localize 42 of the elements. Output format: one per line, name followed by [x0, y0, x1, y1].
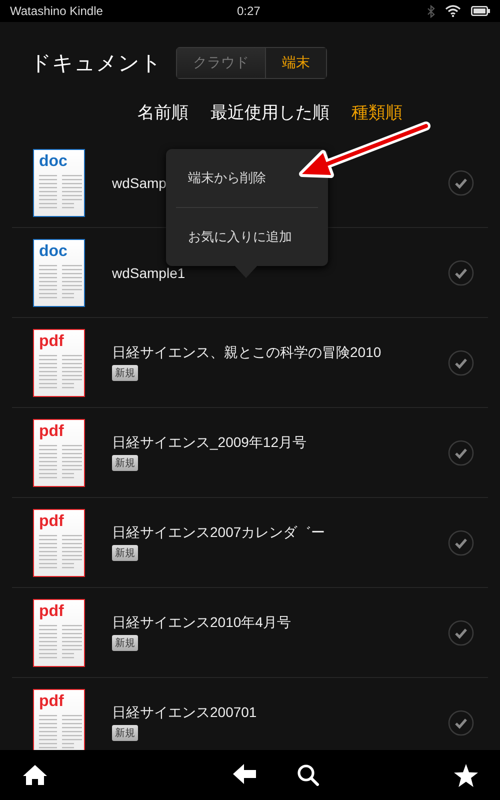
document-icon: pdf — [33, 598, 85, 666]
checkmark-icon[interactable] — [448, 170, 474, 196]
new-badge: 新規 — [112, 725, 138, 741]
wifi-icon — [445, 5, 461, 17]
page-title: ドキュメント — [30, 50, 162, 77]
back-arrow-icon[interactable] — [233, 764, 257, 784]
new-badge: 新規 — [112, 455, 138, 471]
checkmark-icon[interactable] — [448, 710, 474, 736]
location-tab[interactable]: 端末 — [265, 48, 326, 78]
new-badge: 新規 — [112, 635, 138, 651]
home-icon[interactable] — [22, 764, 48, 786]
document-icon: pdf — [33, 418, 85, 486]
checkmark-icon[interactable] — [448, 350, 474, 376]
document-icon: doc — [33, 148, 85, 216]
new-badge: 新規 — [112, 545, 138, 561]
checkmark-icon[interactable] — [448, 530, 474, 556]
document-icon: pdf — [33, 328, 85, 396]
checkmark-icon[interactable] — [448, 620, 474, 646]
document-title[interactable]: 日経サイエンス2010年4月号 — [112, 614, 291, 632]
document-icon: doc — [33, 238, 85, 306]
bluetooth-icon — [427, 4, 435, 18]
checkmark-icon[interactable] — [448, 260, 474, 286]
sort-option[interactable]: 種類順 — [352, 101, 402, 124]
sort-option[interactable]: 最近使用した順 — [210, 101, 330, 124]
device-name: Watashino Kindle — [10, 4, 103, 18]
document-title[interactable]: 日経サイエンス_2009年12月号 — [112, 434, 307, 452]
star-icon[interactable] — [454, 764, 478, 786]
checkmark-icon[interactable] — [448, 440, 474, 466]
document-title[interactable]: wdSample1 — [112, 264, 186, 280]
battery-icon — [471, 6, 490, 16]
document-title[interactable]: wdSamp — [112, 174, 166, 190]
new-badge: 新規 — [112, 365, 138, 381]
menu-item[interactable]: お気に入りに追加 — [184, 208, 296, 266]
clock-time: 0:27 — [237, 4, 260, 18]
search-icon[interactable] — [297, 764, 319, 786]
document-title[interactable]: 日経サイエンス200701 — [112, 704, 257, 722]
document-title[interactable]: 日経サイエンス2007カレンダ゛ー — [112, 524, 326, 542]
sort-option[interactable]: 名前順 — [138, 101, 188, 124]
menu-item[interactable]: 端末から削除 — [184, 149, 270, 207]
document-icon: pdf — [33, 508, 85, 576]
document-title[interactable]: 日経サイエンス、親とこの科学の冒険2010 — [112, 344, 382, 362]
document-icon: pdf — [33, 688, 85, 750]
